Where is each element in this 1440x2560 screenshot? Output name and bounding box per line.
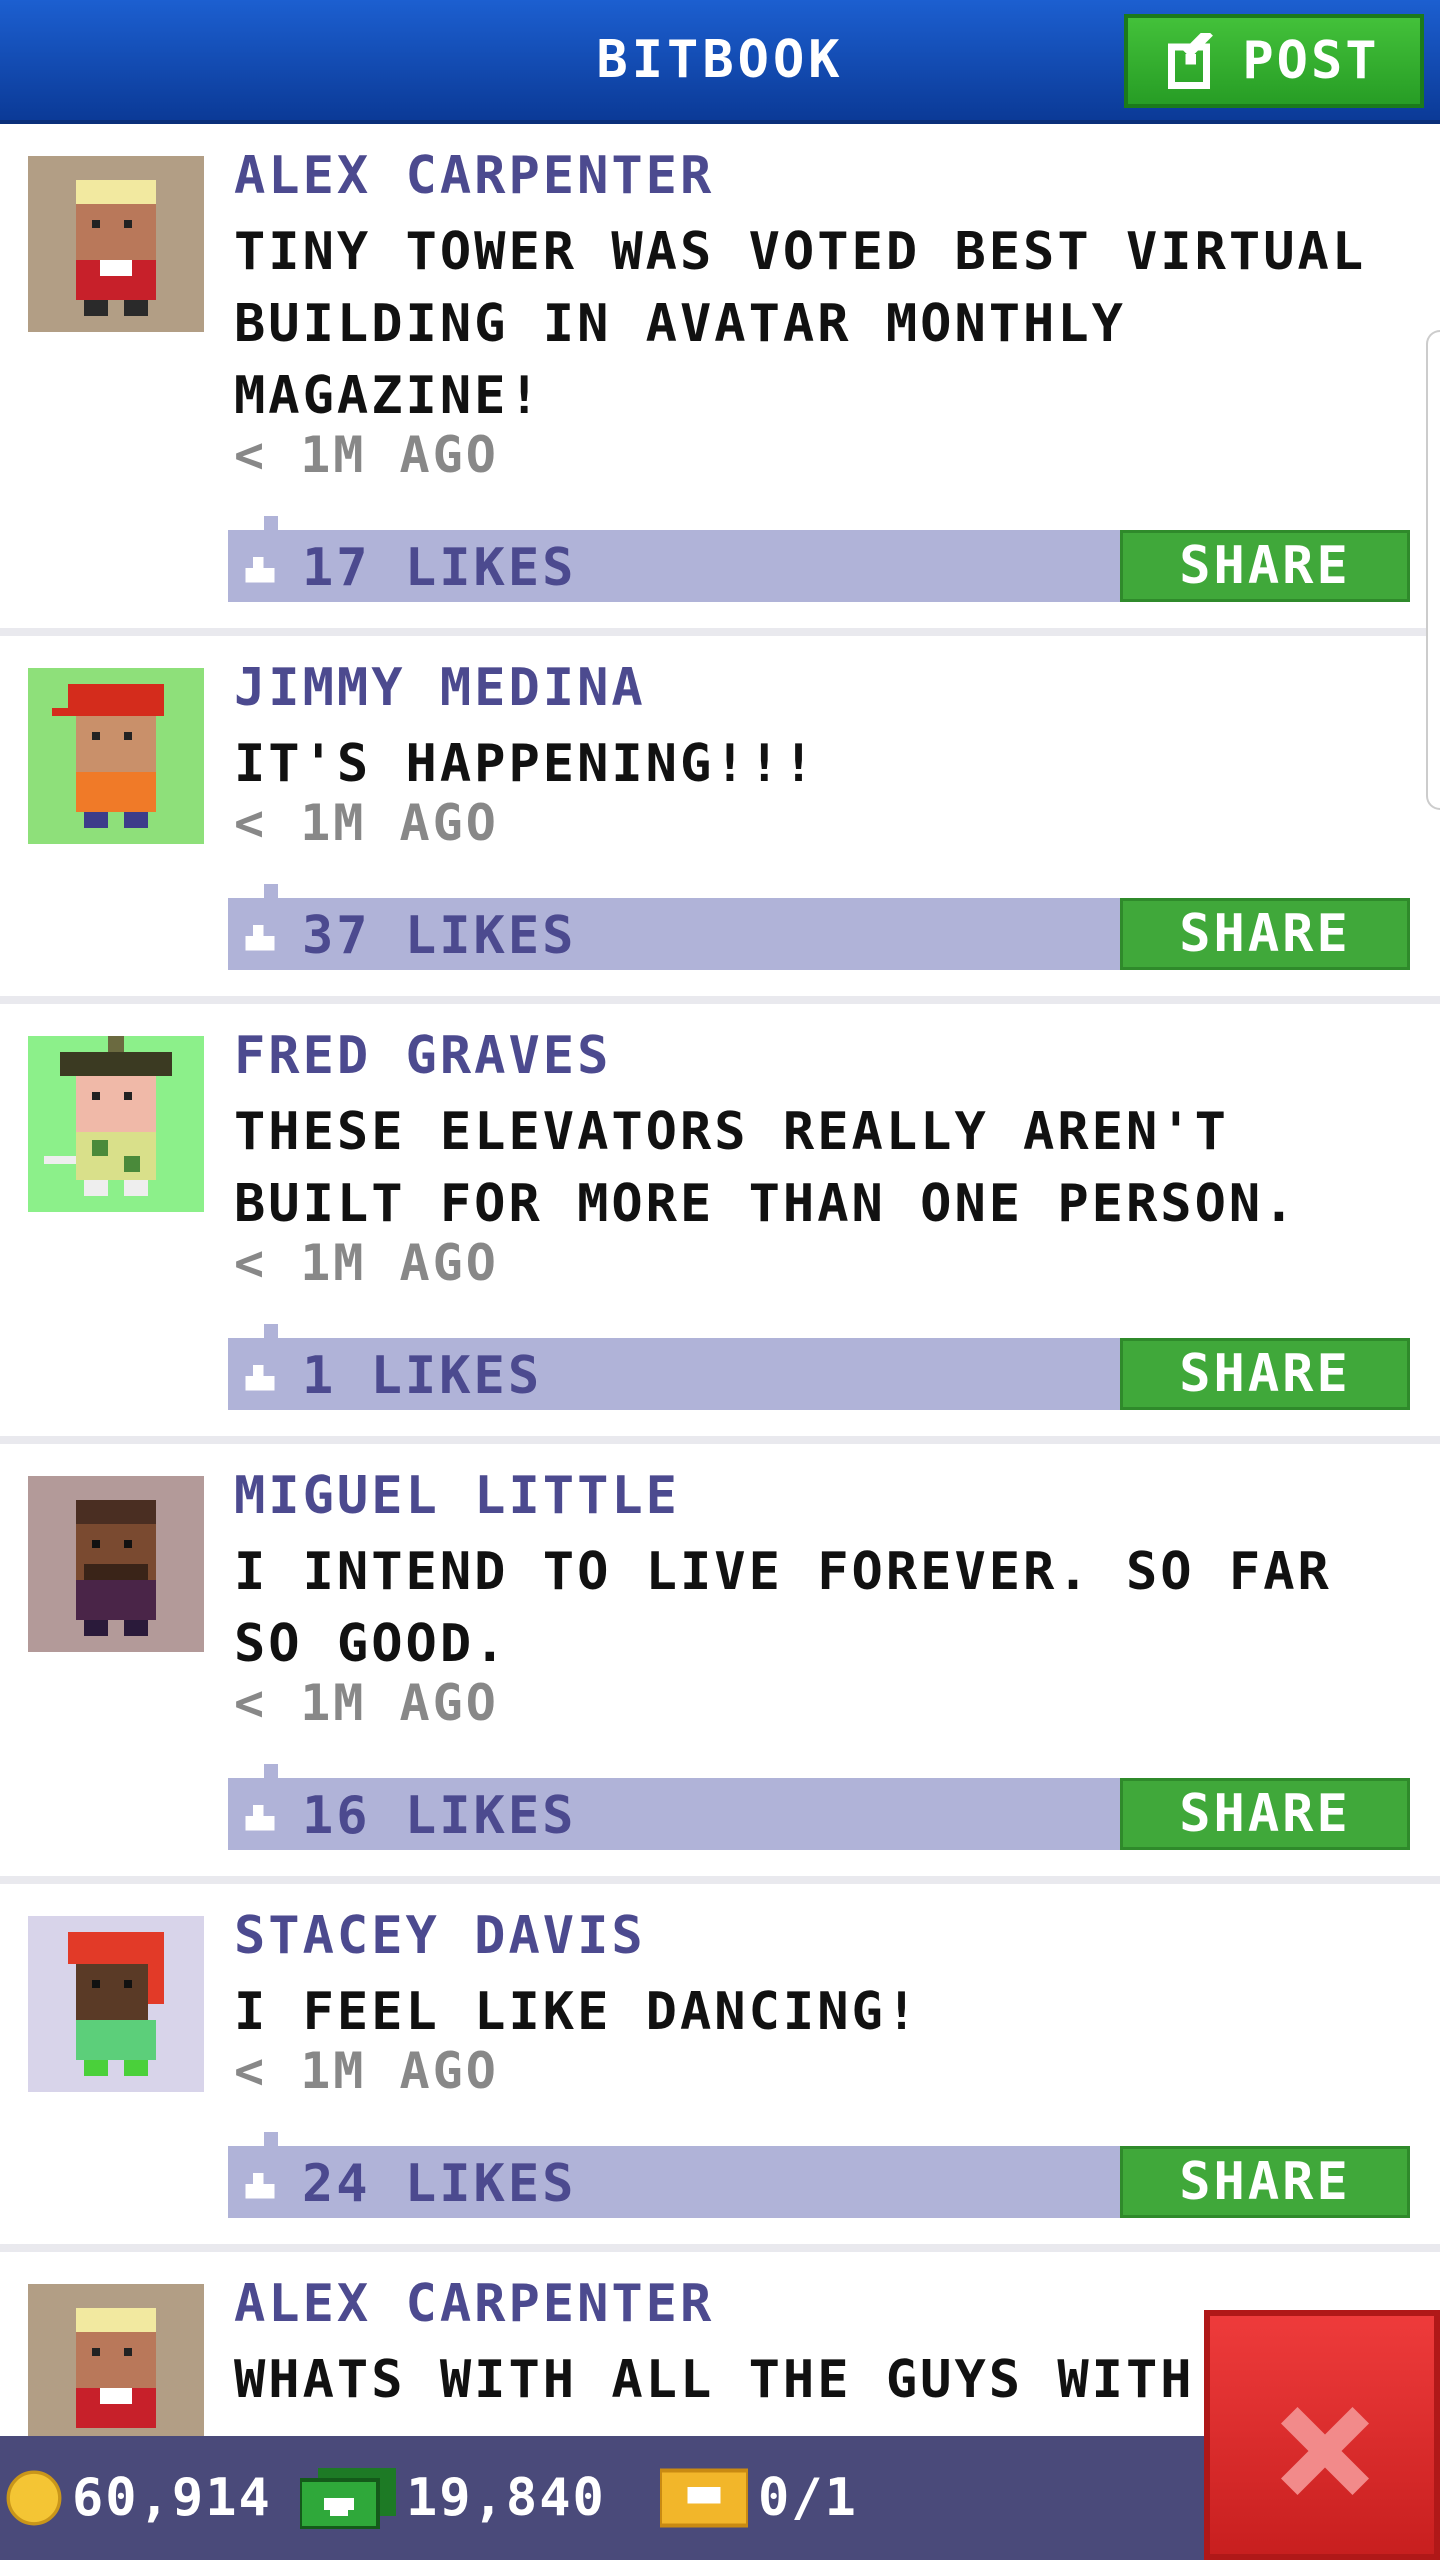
likes-count: 16 LIKES [302,1786,577,1846]
coin-icon [6,2470,62,2526]
post-author[interactable]: ALEX CARPENTER [234,2274,714,2334]
post-message: I FEEL LIKE DANCING! [234,1982,921,2042]
post-message: TINY TOWER WAS VOTED BEST VIRTUAL BUILDI… [234,222,1367,426]
post-button-label: POST [1242,31,1380,91]
coins-value: 60,914 [72,2468,272,2528]
share-button[interactable]: SHARE [1120,898,1410,970]
bux-value: 19,840 [406,2468,606,2528]
close-button[interactable] [1204,2310,1440,2560]
like-icon [245,557,275,583]
avatar[interactable] [28,156,204,332]
tickets-value: 0/1 [758,2468,858,2528]
share-button[interactable]: SHARE [1120,2146,1410,2218]
post-author[interactable]: JIMMY MEDINA [234,658,646,718]
post-time: < 1M AGO [234,794,499,852]
divider [0,1436,1440,1444]
post-button[interactable]: POST [1124,14,1424,108]
like-icon [245,925,275,951]
post-author[interactable]: MIGUEL LITTLE [234,1466,680,1526]
likes-count: 24 LIKES [302,2154,577,2214]
post-message: IT'S HAPPENING!!! [234,734,818,794]
likes-bar[interactable]: 24 LIKES SHARE [228,2132,1410,2218]
likes-count: 17 LIKES [302,538,577,598]
post-time: < 1M AGO [234,426,499,484]
like-icon [245,1365,275,1391]
scrollbar[interactable] [1426,330,1440,810]
likes-bar[interactable]: 16 LIKES SHARE [228,1764,1410,1850]
divider [0,1876,1440,1884]
divider [0,2244,1440,2252]
tickets-stat: 0/1 [660,2466,858,2530]
share-button[interactable]: SHARE [1120,530,1410,602]
app-header: BITBOOK POST [0,0,1440,124]
post-author[interactable]: STACEY DAVIS [234,1906,646,1966]
coins-stat: 60,914 [6,2466,272,2530]
likes-bar[interactable]: 1 LIKES SHARE [228,1324,1410,1410]
post-message: THESE ELEVATORS REALLY AREN'T BUILT FOR … [234,1102,1298,1234]
divider [0,996,1440,1004]
bux-stat: 19,840 [300,2466,606,2530]
likes-count: 37 LIKES [302,906,577,966]
ticket-icon [660,2468,748,2528]
avatar[interactable] [28,2284,204,2460]
post-message: I INTEND TO LIVE FOREVER. SO FAR SO GOOD… [234,1542,1332,1674]
share-button[interactable]: SHARE [1120,1778,1410,1850]
post-time: < 1M AGO [234,1234,499,1292]
share-button[interactable]: SHARE [1120,1338,1410,1410]
post-time: < 1M AGO [234,2042,499,2100]
likes-bar[interactable]: 17 LIKES SHARE [228,516,1410,602]
avatar[interactable] [28,668,204,844]
post-author[interactable]: ALEX CARPENTER [234,146,714,206]
post-author[interactable]: FRED GRAVES [234,1026,611,1086]
bux-icon [300,2468,396,2529]
post-time: < 1M AGO [234,1674,499,1732]
like-icon [245,1805,275,1831]
likes-bar[interactable]: 37 LIKES SHARE [228,884,1410,970]
edit-icon [1168,33,1214,89]
divider [0,628,1440,636]
close-icon [1281,2407,1369,2495]
avatar[interactable] [28,1916,204,2092]
like-icon [245,2173,275,2199]
likes-count: 1 LIKES [302,1346,543,1406]
avatar[interactable] [28,1476,204,1652]
avatar[interactable] [28,1036,204,1212]
